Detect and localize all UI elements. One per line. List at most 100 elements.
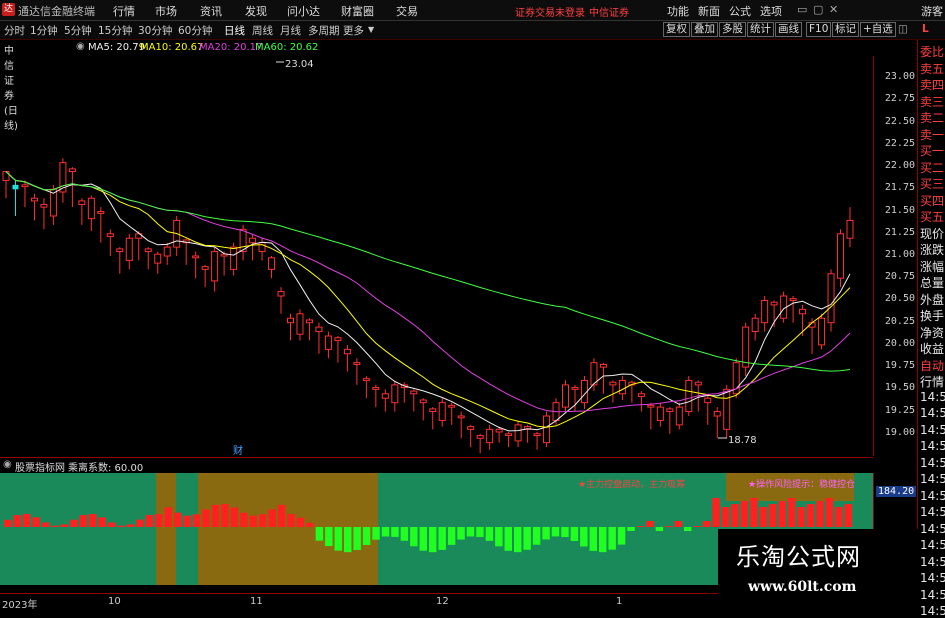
indicator-bar bbox=[457, 527, 465, 540]
indicator-bar bbox=[117, 525, 125, 527]
period-30min[interactable]: 30分钟 bbox=[138, 23, 172, 38]
indicator-bar bbox=[599, 527, 607, 553]
indicator-bar bbox=[381, 527, 390, 537]
menu-item-wenxiaoda[interactable]: 问小达 bbox=[287, 3, 320, 19]
period-more-arrow-icon[interactable]: ▼ bbox=[368, 25, 374, 34]
quote-label: 买五 bbox=[920, 210, 945, 224]
price-tick: 20.75 bbox=[884, 271, 915, 283]
quote-label: 14:5 bbox=[920, 439, 945, 453]
indicator-bar bbox=[778, 501, 786, 527]
period-60min[interactable]: 60分钟 bbox=[178, 23, 212, 38]
settings-icon[interactable]: ◉ bbox=[76, 41, 85, 52]
menu-bar: 达 通达信金融终端 行情 市场 资讯 发现 问小达 财富圈 交易 证券交易未登录… bbox=[0, 0, 945, 21]
menu-item-faxian[interactable]: 发现 bbox=[245, 3, 267, 19]
period-daily[interactable]: 日线 bbox=[224, 23, 245, 38]
indicator-bar bbox=[665, 526, 673, 527]
indicator-settings-icon[interactable]: ◉ bbox=[3, 459, 12, 470]
diejia-button[interactable]: 叠加 bbox=[691, 22, 718, 37]
indicator-bar bbox=[211, 504, 220, 527]
indicator-bar bbox=[277, 504, 286, 527]
price-tick: 20.50 bbox=[884, 293, 915, 305]
quote-label: 14:5 bbox=[920, 604, 945, 618]
quote-label: 14:5 bbox=[920, 521, 945, 536]
indicator-bar bbox=[504, 527, 512, 551]
indicator-bar bbox=[126, 524, 135, 527]
indicator-bar bbox=[372, 527, 380, 540]
quote-label: 14:5 bbox=[920, 389, 945, 404]
quote-label: 14:5 bbox=[920, 488, 945, 503]
quote-label: 14:5 bbox=[920, 571, 945, 585]
indicator-bar bbox=[230, 507, 239, 527]
toggle-panel-icon[interactable]: ◫ bbox=[898, 23, 908, 35]
price-tick: 19.50 bbox=[884, 382, 915, 394]
ma20-value: MA20: 20.17 bbox=[199, 42, 263, 53]
period-monthly[interactable]: 月线 bbox=[280, 23, 301, 38]
menu-item-zixun[interactable]: 资讯 bbox=[200, 3, 222, 19]
quote-label: 总量 bbox=[920, 276, 945, 290]
price-tick: 19.00 bbox=[884, 426, 915, 438]
menu-item-shichang[interactable]: 市场 bbox=[155, 3, 177, 19]
menu-item-xinmian[interactable]: 新面 bbox=[698, 3, 720, 19]
indicator-bar bbox=[325, 527, 333, 547]
restore-icon[interactable]: ▢ bbox=[813, 3, 823, 16]
add-watchlist-button[interactable]: +自选 bbox=[860, 22, 896, 37]
indicator-bar bbox=[702, 521, 711, 527]
indicator-bar bbox=[249, 515, 257, 527]
indicator-bar bbox=[787, 498, 796, 527]
indicator-bar bbox=[731, 504, 739, 527]
price-axis: 23.00 22.75 22.50 22.25 22.00 21.75 21.50 21.25… bbox=[873, 56, 918, 456]
huaxian-button[interactable]: 画线 bbox=[775, 22, 802, 37]
quote-label: 14:5 bbox=[920, 406, 945, 420]
indicator-bar bbox=[419, 527, 427, 551]
indicator-bar bbox=[570, 527, 579, 542]
period-1min[interactable]: 1分钟 bbox=[30, 23, 58, 38]
indicator-name[interactable]: 股票指标网 bbox=[15, 459, 65, 474]
quote-label: 14:5 bbox=[920, 554, 945, 569]
indicator-bar bbox=[400, 527, 409, 541]
fuquan-button[interactable]: 复权 bbox=[663, 22, 690, 37]
high-price-label: 23.04 bbox=[285, 59, 314, 70]
indicator-bar bbox=[268, 509, 276, 527]
finance-marker[interactable]: 财 bbox=[233, 444, 243, 456]
biaoji-button[interactable]: 标记 bbox=[832, 22, 859, 37]
period-weekly[interactable]: 周线 bbox=[252, 23, 273, 38]
indicator-bar bbox=[674, 521, 682, 527]
period-15min[interactable]: 15分钟 bbox=[98, 23, 132, 38]
quote-label: 委比 bbox=[920, 45, 945, 59]
indicator-bar bbox=[22, 513, 31, 527]
minimize-icon[interactable]: ▭ bbox=[797, 3, 807, 16]
indicator-bar bbox=[617, 527, 626, 545]
login-status[interactable]: 证券交易未登录 bbox=[515, 4, 585, 19]
quote-side-panel: 委比 卖五 卖四 卖三 卖二 卖一 买一 买二 买三 买四 买五 现价 涨跌 涨幅 总量 外盘 换手 净资 收益 自动… bbox=[917, 40, 945, 618]
menu-item-xuanxiang[interactable]: 选项 bbox=[760, 3, 782, 19]
indicator-bar bbox=[740, 501, 749, 527]
price-tick: 20.00 bbox=[884, 337, 915, 349]
indicator-bar bbox=[495, 527, 503, 547]
indicator-bar bbox=[636, 526, 645, 527]
menu-item-jiaoyi[interactable]: 交易 bbox=[396, 3, 418, 19]
menu-item-caifuquan[interactable]: 财富圈 bbox=[341, 3, 374, 19]
period-5min[interactable]: 5分钟 bbox=[64, 23, 92, 38]
period-multi[interactable]: 多周期 bbox=[308, 23, 340, 38]
duogu-button[interactable]: 多股 bbox=[719, 22, 746, 37]
user-label[interactable]: 游客 bbox=[921, 3, 943, 19]
quote-label: 卖四 bbox=[920, 78, 945, 92]
period-fenshi[interactable]: 分时 bbox=[4, 23, 25, 38]
indicator-bar bbox=[145, 514, 154, 527]
indicator-bar bbox=[155, 514, 163, 527]
indicator-value-badge: 184.20 bbox=[876, 486, 917, 497]
close-icon[interactable]: ✕ bbox=[829, 3, 838, 16]
menu-item-hangqing[interactable]: 行情 bbox=[113, 3, 135, 19]
menu-item-gongshi[interactable]: 公式 bbox=[729, 3, 751, 19]
price-tick: 21.50 bbox=[884, 204, 915, 216]
menu-item-gongneng[interactable]: 功能 bbox=[667, 3, 689, 19]
period-more[interactable]: 更多 bbox=[343, 23, 364, 38]
indicator-zone bbox=[156, 473, 176, 585]
ma10-value: MA10: 20.67 bbox=[140, 42, 204, 53]
tongji-button[interactable]: 统计 bbox=[747, 22, 774, 37]
indicator-header: ◉ 股票指标网 乘离系数: 60.00 bbox=[0, 457, 873, 474]
indicator-bar bbox=[259, 514, 267, 527]
indicator-bar bbox=[240, 512, 248, 527]
indicator-bar bbox=[353, 527, 361, 550]
f10-button[interactable]: F10 bbox=[806, 22, 832, 37]
